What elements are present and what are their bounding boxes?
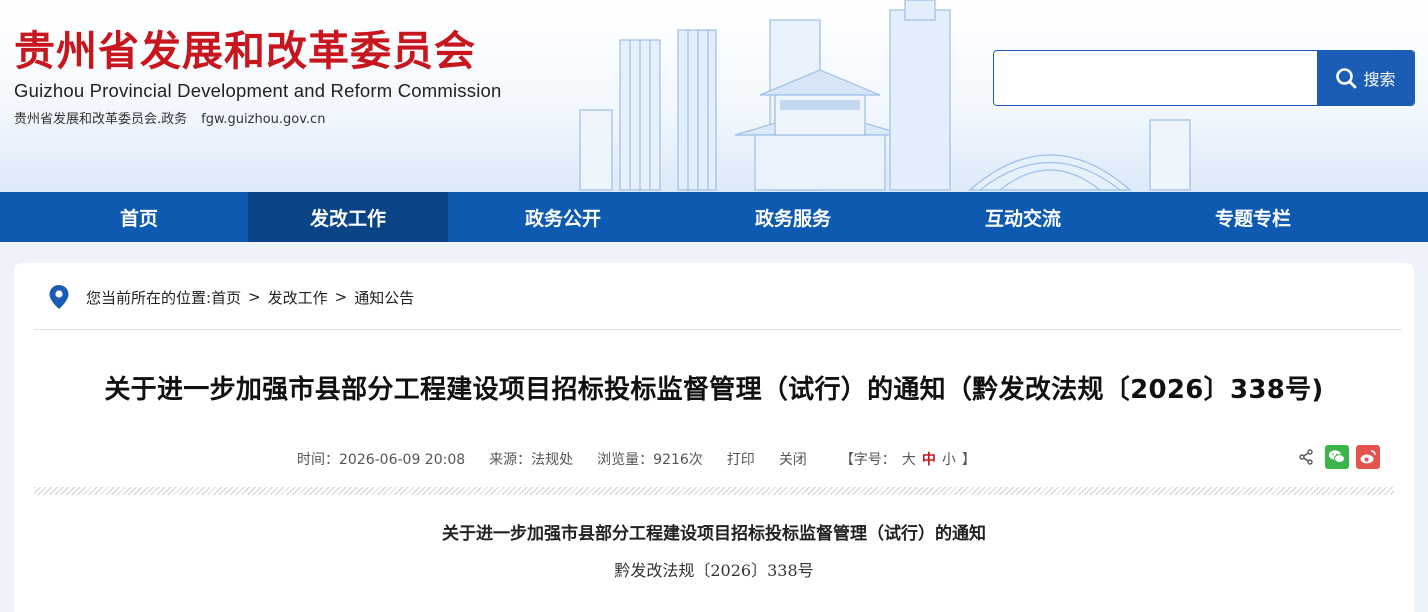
source-value: 法规处 — [531, 452, 574, 468]
sub-label: 贵州省发展和改革委员会.政务 — [14, 112, 188, 127]
dotted-divider — [34, 487, 1394, 495]
article-title: 关于进一步加强市县部分工程建设项目招标投标监督管理（试行）的通知（黔发改法规〔2… — [104, 375, 1324, 405]
search-box: 搜索 — [993, 50, 1415, 106]
document-number: 黔发改法规〔2026〕338号 — [614, 561, 814, 580]
share-icon-glyph — [1299, 449, 1313, 465]
time-value: 2026-06-09 20:08 — [339, 452, 466, 468]
document-title: 关于进一步加强市县部分工程建设项目招标投标监督管理（试行）的通知 — [442, 524, 986, 544]
font-size-large[interactable]: 大 — [902, 452, 916, 468]
search-button[interactable]: 搜索 — [1317, 51, 1414, 105]
org-name-en: Guizhou Provincial Development and Refor… — [14, 80, 502, 101]
weibo-icon-glyph — [1360, 450, 1376, 464]
breadcrumb-separator: > — [248, 288, 261, 306]
site-domain: fgw.guizhou.gov.cn — [201, 112, 326, 127]
breadcrumb-reform-work[interactable]: 发改工作 — [268, 287, 328, 308]
views-value: 9216次 — [653, 452, 703, 468]
nav-item-home[interactable]: 首页 — [0, 192, 248, 242]
breadcrumb-notices[interactable]: 通知公告 — [354, 287, 414, 308]
breadcrumb-prefix: 您当前所在的位置: — [86, 288, 212, 307]
weibo-icon[interactable] — [1356, 445, 1380, 469]
nav-item-reform-work[interactable]: 发改工作 — [248, 192, 448, 242]
font-size-small[interactable]: 小 — [942, 452, 956, 468]
views-label: 浏览量： — [597, 452, 654, 468]
breadcrumb: 您当前所在的位置: 首页 > 发改工作 > 通知公告 — [48, 283, 414, 311]
wechat-icon-glyph — [1329, 450, 1345, 464]
nav-item-special-topics[interactable]: 专题专栏 — [1138, 192, 1368, 242]
breadcrumb-home[interactable]: 首页 — [211, 287, 241, 308]
org-name-cn[interactable]: 贵州省发展和改革委员会 — [14, 26, 502, 76]
article-meta: 时间：2026-06-09 20:08 来源：法规处 浏览量：9216次 打印 … — [297, 449, 979, 469]
share-icon[interactable] — [1294, 445, 1318, 469]
wechat-icon[interactable] — [1325, 445, 1349, 469]
search-button-label: 搜索 — [1363, 70, 1396, 89]
main-nav: 首页 发改工作 政务公开 政务服务 互动交流 专题专栏 — [0, 192, 1428, 242]
nav-item-gov-affairs-open[interactable]: 政务公开 — [448, 192, 678, 242]
source-label: 来源： — [489, 452, 532, 468]
font-size-close: 】 — [961, 452, 976, 468]
share-bar — [1287, 445, 1380, 469]
brand-block: 贵州省发展和改革委员会 Guizhou Provincial Developme… — [14, 26, 502, 127]
search-input[interactable] — [994, 51, 1317, 105]
article-card: 您当前所在的位置: 首页 > 发改工作 > 通知公告 关于进一步加强市县部分工程… — [14, 263, 1414, 612]
brand-sub-line: 贵州省发展和改革委员会.政务 fgw.guizhou.gov.cn — [14, 108, 502, 127]
site-header: 贵州省发展和改革委员会 Guizhou Provincial Developme… — [0, 0, 1428, 192]
font-size-open: 【字号： — [839, 452, 896, 468]
font-size-medium[interactable]: 中 — [922, 452, 936, 468]
publish-time: 时间：2026-06-09 20:08 — [297, 449, 465, 469]
time-label: 时间： — [297, 452, 339, 468]
divider — [34, 329, 1402, 330]
search-icon — [1336, 68, 1357, 89]
view-count: 浏览量：9216次 — [597, 449, 703, 469]
breadcrumb-separator: > — [334, 288, 348, 306]
nav-item-gov-services[interactable]: 政务服务 — [678, 192, 908, 242]
article-source: 来源：法规处 — [489, 449, 573, 469]
nav-item-interaction[interactable]: 互动交流 — [908, 192, 1138, 242]
location-pin-icon — [49, 285, 69, 309]
close-link[interactable]: 关闭 — [779, 449, 807, 469]
font-size-control: 【字号： 大中小】 — [837, 449, 979, 469]
print-link[interactable]: 打印 — [727, 449, 755, 469]
